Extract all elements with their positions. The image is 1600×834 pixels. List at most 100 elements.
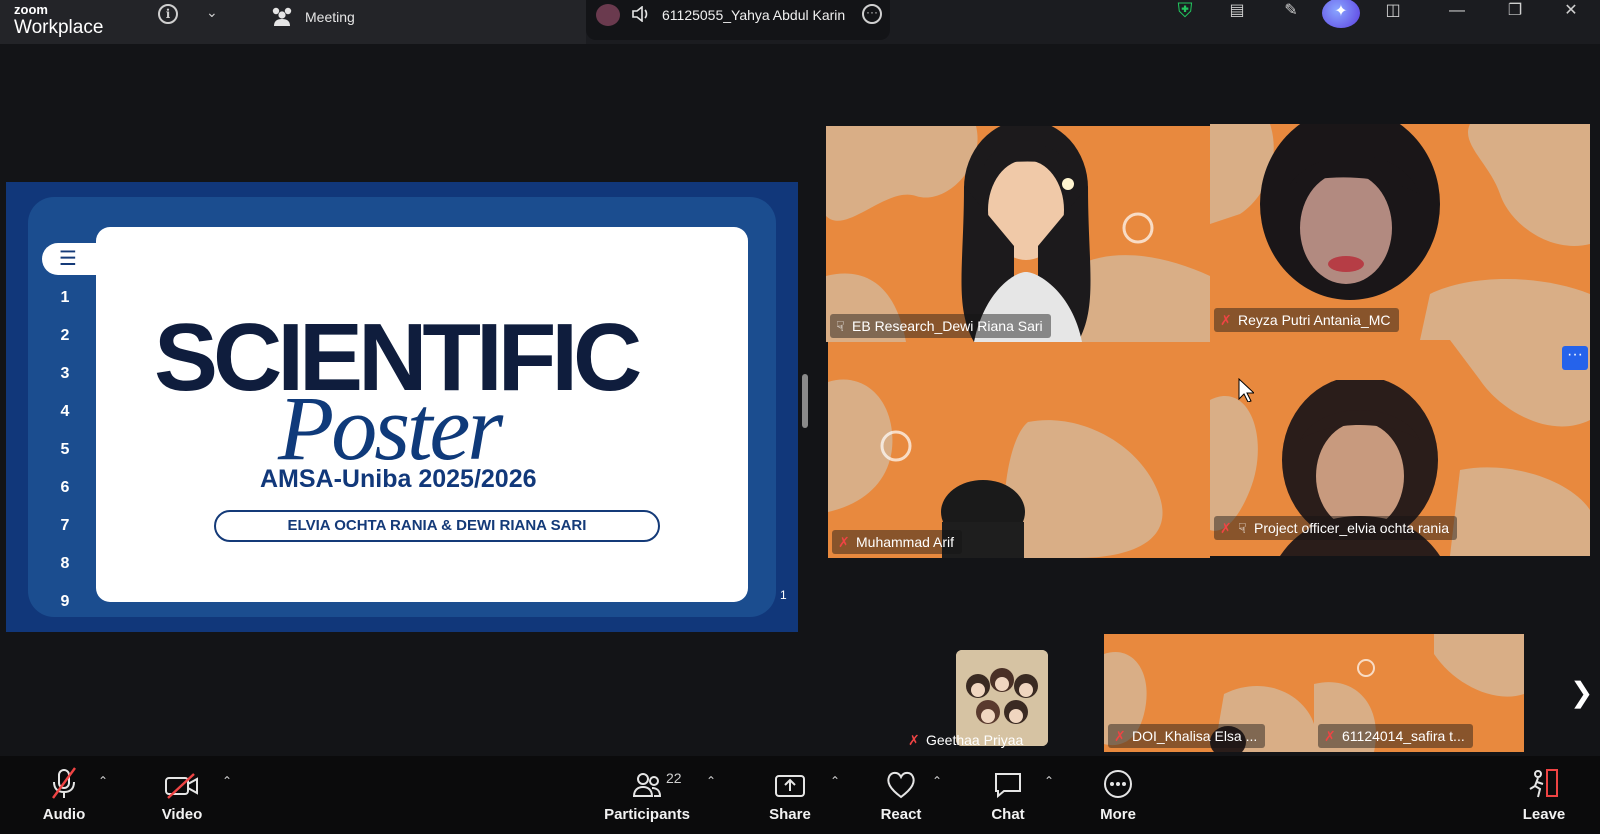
participant-name: Geethaa Priyaa <box>926 732 1024 748</box>
react-options-chevron-icon[interactable]: ⌃ <box>932 774 942 788</box>
thumbnail-safira[interactable]: ✗ 61124014_safira t... <box>1314 634 1524 752</box>
thumbnail-nameplate: ✗ 61124014_safira t... <box>1318 724 1473 748</box>
brand-logo-large: Workplace <box>14 17 104 38</box>
slide-page-number[interactable]: 6 <box>50 469 80 507</box>
chat-label: Chat <box>991 806 1025 823</box>
pin-icon: ☟ <box>1238 520 1247 536</box>
avatar <box>596 4 620 26</box>
chevron-down-icon[interactable]: ⌄ <box>206 4 218 21</box>
heart-icon <box>887 771 915 799</box>
more-options-icon[interactable]: ··· <box>862 4 882 24</box>
share-label: Share <box>769 806 811 823</box>
active-speaker-indicator[interactable]: 61125055_Yahya Abdul Karin ··· <box>586 0 890 40</box>
resize-handle[interactable] <box>802 374 808 428</box>
participant-name: EB Research_Dewi Riana Sari <box>852 318 1043 334</box>
chat-button[interactable]: Chat <box>980 756 1036 834</box>
audio-options-chevron-icon[interactable]: ⌃ <box>98 774 108 788</box>
slide-page-indicator: 1 <box>780 588 787 602</box>
minimize-icon[interactable]: — <box>1442 0 1472 26</box>
slide-page-number[interactable]: 7 <box>50 507 80 545</box>
leave-button[interactable]: Leave <box>1516 756 1572 834</box>
slide-page-number[interactable]: 9 <box>50 583 80 621</box>
mic-muted-icon: ✗ <box>1114 728 1126 744</box>
react-button[interactable]: React <box>874 756 928 834</box>
participant-nameplate: ✗ Reyza Putri Antania_MC <box>1214 308 1399 332</box>
participants-icon <box>632 773 662 797</box>
participant-name: Reyza Putri Antania_MC <box>1238 312 1391 328</box>
hamburger-menu-icon[interactable]: ☰ <box>42 243 104 275</box>
mic-muted-icon: ✗ <box>1220 520 1232 536</box>
participant-name: 61124014_safira t... <box>1342 728 1465 744</box>
audio-label: Audio <box>42 806 86 823</box>
video-tile-reyza[interactable]: ✗ Reyza Putri Antania_MC <box>1210 124 1590 340</box>
meeting-label[interactable]: Meeting <box>305 9 355 25</box>
mic-muted-icon: ✗ <box>1220 312 1232 328</box>
video-tile-dewi[interactable]: ☟ EB Research_Dewi Riana Sari <box>826 126 1210 342</box>
meeting-toolbar: Audio ⌃ Video ⌃ Participants 22 ⌃ Share … <box>0 756 1600 834</box>
leave-label: Leave <box>1522 806 1566 823</box>
brand-area: zoom Workplace i ⌄ Meeting <box>0 0 586 44</box>
pin-icon: ☟ <box>836 318 845 334</box>
mic-muted-icon: ✗ <box>1324 728 1336 744</box>
participants-count: 22 <box>666 770 682 786</box>
video-tile-arif[interactable]: ✗ Muhammad Arif <box>828 342 1210 558</box>
thumbnail-nameplate: ✗ Geethaa Priyaa <box>902 728 1031 752</box>
more-label: More <box>1100 806 1136 823</box>
participant-nameplate: ✗ ☟ Project officer_elvia ochta rania <box>1214 516 1458 540</box>
tile-more-options-icon[interactable]: ··· <box>1562 346 1588 370</box>
video-tile-elvia[interactable]: ✗ ☟ Project officer_elvia ochta rania <box>1210 340 1590 556</box>
share-options-chevron-icon[interactable]: ⌃ <box>830 774 840 788</box>
more-button[interactable]: More <box>1090 756 1146 834</box>
slide-page-number[interactable]: 8 <box>50 545 80 583</box>
video-button[interactable]: Video <box>152 756 212 834</box>
mic-muted-icon: ✗ <box>908 732 920 748</box>
close-icon[interactable]: ✕ <box>1556 0 1586 26</box>
participants-label: Participants <box>604 806 690 823</box>
mic-muted-icon: ✗ <box>838 534 850 550</box>
share-button[interactable]: Share <box>762 756 818 834</box>
shield-check-icon[interactable]: ⛨ <box>1170 0 1200 26</box>
thumbnail-khalisa[interactable]: ✗ DOI_Khalisa Elsa ... <box>1104 634 1314 752</box>
chat-icon <box>995 773 1021 799</box>
slide-page-number[interactable]: 4 <box>50 393 80 431</box>
video-label: Video <box>161 806 203 823</box>
title-bar: zoom Workplace i ⌄ Meeting 61125055_Yahy… <box>0 0 1600 44</box>
annotate-pen-icon[interactable]: ✎ <box>1276 0 1306 26</box>
participant-name: DOI_Khalisa Elsa ... <box>1132 728 1258 744</box>
video-options-chevron-icon[interactable]: ⌃ <box>222 774 232 788</box>
active-speaker-name: 61125055_Yahya Abdul Karin <box>662 7 846 23</box>
audio-button[interactable]: Audio <box>36 756 92 834</box>
slide-page-number[interactable]: 3 <box>50 355 80 393</box>
participant-name: Project officer_elvia ochta rania <box>1254 520 1450 536</box>
slide-page-number[interactable]: 2 <box>50 317 80 355</box>
participants-button[interactable]: Participants <box>602 756 692 834</box>
mouse-cursor-icon <box>1238 378 1254 402</box>
more-options-icon <box>1104 770 1132 798</box>
participant-nameplate: ☟ EB Research_Dewi Riana Sari <box>830 314 1051 338</box>
shared-screen[interactable]: ☰ 123456789 SCIENTIFIC Poster AMSA-Uniba… <box>6 182 798 632</box>
people-icon <box>272 7 292 26</box>
video-off-icon <box>165 773 198 799</box>
leave-door-icon <box>1529 769 1558 798</box>
participant-name: Muhammad Arif <box>856 534 955 550</box>
info-icon[interactable]: i <box>158 4 178 24</box>
chevron-right-icon[interactable]: ❯ <box>1570 676 1593 709</box>
ai-companion-icon[interactable]: ✦ <box>1322 0 1360 28</box>
restore-window-icon[interactable]: ❐ <box>1500 0 1530 26</box>
slide-page-number[interactable]: 1 <box>50 279 80 317</box>
slide-page-number[interactable]: 5 <box>50 431 80 469</box>
react-label: React <box>880 806 922 823</box>
side-panel-icon[interactable]: ◫ <box>1378 0 1408 26</box>
brand-logo-small: zoom <box>14 2 48 17</box>
slide-subtitle: AMSA-Uniba 2025/2026 <box>260 465 537 493</box>
speaker-icon <box>632 6 648 22</box>
slide-authors: ELVIA OCHTA RANIA & DEWI RIANA SARI <box>214 510 660 542</box>
participants-options-chevron-icon[interactable]: ⌃ <box>706 774 716 788</box>
participant-nameplate: ✗ Muhammad Arif <box>832 530 963 554</box>
chat-options-chevron-icon[interactable]: ⌃ <box>1044 774 1054 788</box>
slide-frame: ☰ 123456789 SCIENTIFIC Poster AMSA-Uniba… <box>28 197 787 617</box>
slide-content: SCIENTIFIC Poster AMSA-Uniba 2025/2026 E… <box>96 227 748 602</box>
mic-muted-icon <box>52 767 76 799</box>
thumbnail-nameplate: ✗ DOI_Khalisa Elsa ... <box>1108 724 1266 748</box>
notes-icon[interactable]: ▤ <box>1222 0 1252 26</box>
